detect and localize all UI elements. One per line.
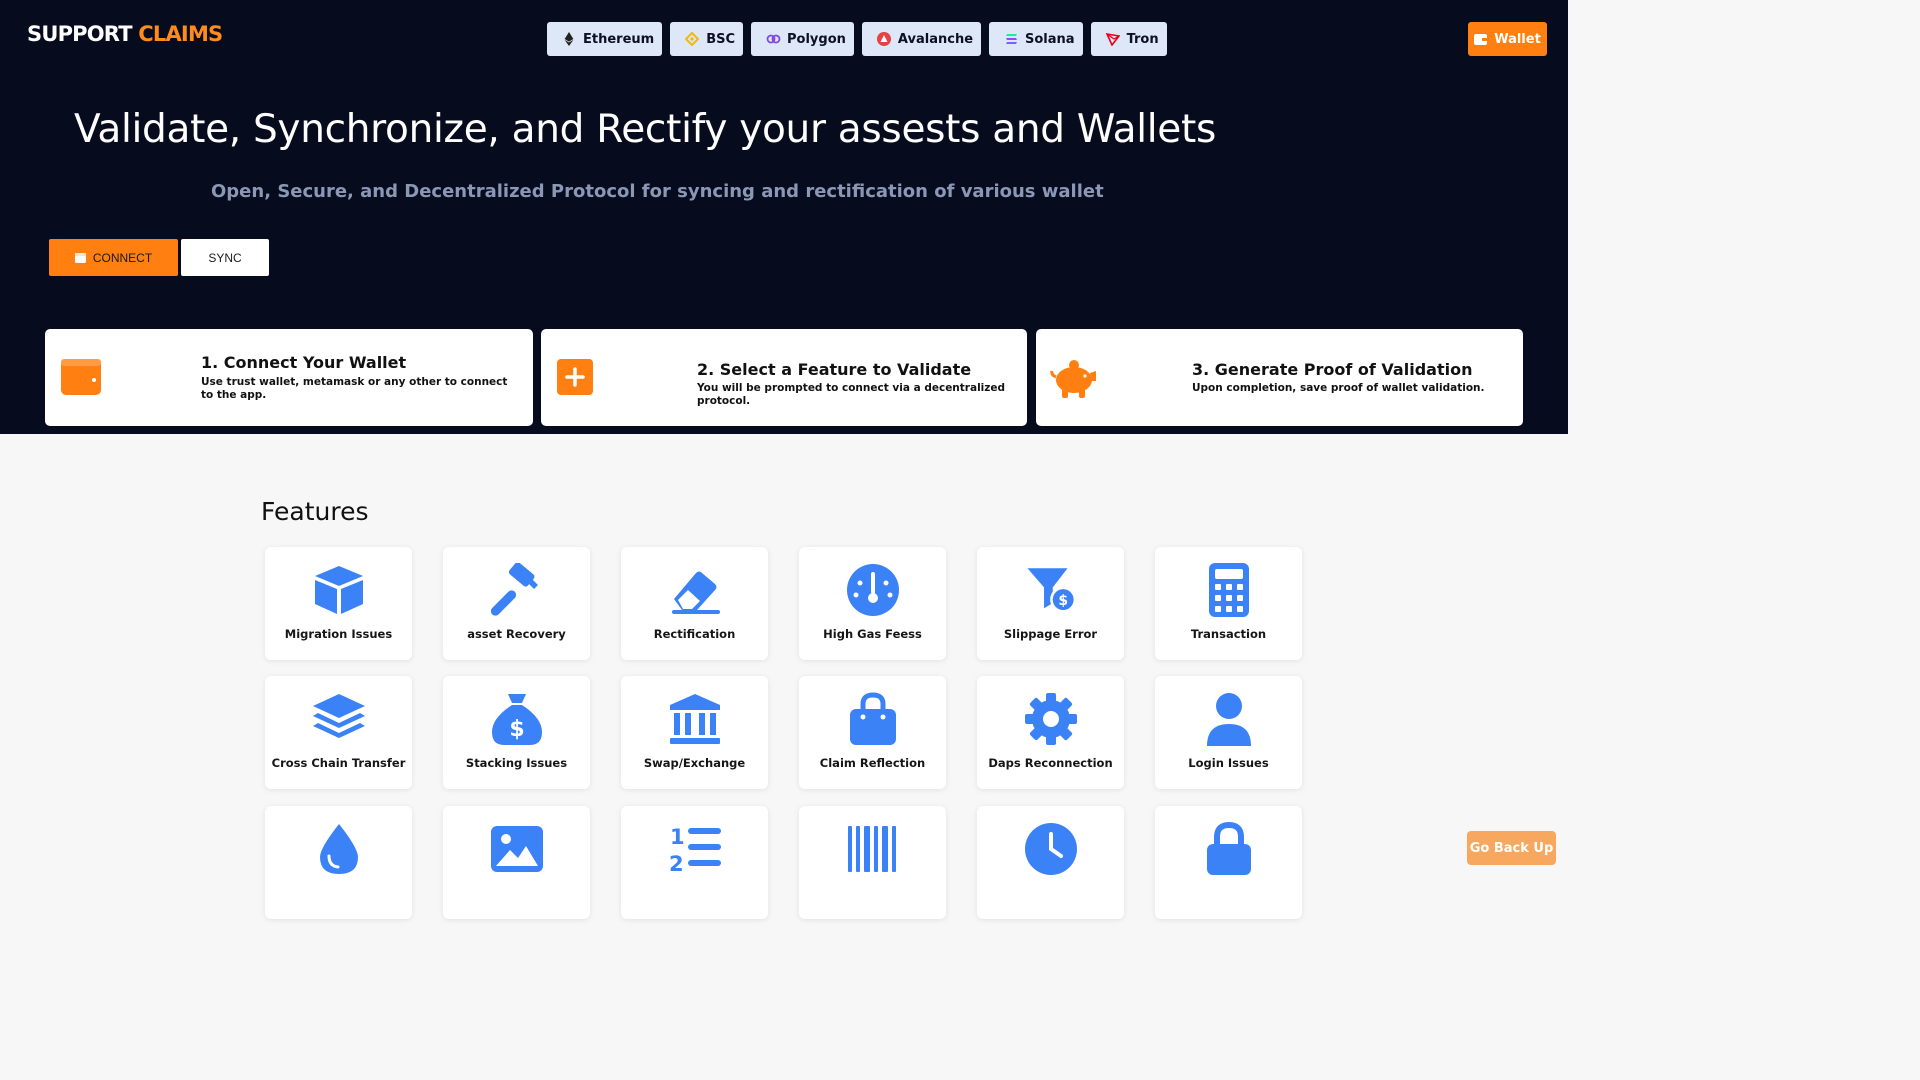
feature-card-droplet[interactable] bbox=[265, 806, 412, 919]
feature-label: High Gas Feess bbox=[823, 627, 922, 641]
feature-label: Slippage Error bbox=[1003, 627, 1098, 641]
chain-button-solana[interactable]: Solana bbox=[989, 22, 1083, 56]
calculator-icon bbox=[1202, 563, 1256, 617]
droplet-icon bbox=[312, 822, 366, 876]
step-card-connect: 1. Connect Your Wallet Use trust wallet,… bbox=[45, 329, 533, 426]
page-subtitle: Open, Secure, and Decentralized Protocol… bbox=[211, 181, 1104, 202]
ethereum-icon bbox=[561, 31, 577, 47]
solana-icon bbox=[1003, 31, 1019, 47]
feature-label: Login Issues bbox=[1188, 756, 1269, 770]
step-title: 1. Connect Your Wallet bbox=[201, 353, 407, 372]
bsc-icon bbox=[684, 31, 700, 47]
svg-text:1: 1 bbox=[670, 825, 685, 849]
feature-card-login-issues[interactable]: Login Issues bbox=[1155, 676, 1302, 789]
feature-label: Claim Reflection bbox=[819, 756, 926, 770]
feature-label: Daps Reconnection bbox=[988, 756, 1113, 770]
image-icon bbox=[490, 822, 544, 876]
feature-card-cross-chain-transfer[interactable]: Cross Chain Transfer bbox=[265, 676, 412, 789]
feature-label: Migration Issues bbox=[284, 627, 393, 641]
wallet-label: Wallet bbox=[1494, 31, 1541, 47]
step-card-proof: 3. Generate Proof of Validation Upon com… bbox=[1036, 329, 1523, 426]
sync-button[interactable]: SYNC bbox=[181, 239, 269, 276]
feature-card-lock[interactable] bbox=[1155, 806, 1302, 919]
wallet-icon bbox=[1474, 33, 1488, 45]
feature-label: asset Recovery bbox=[467, 627, 566, 641]
money-bag-icon: $ bbox=[490, 692, 544, 746]
step-description: You will be prompted to connect via a de… bbox=[697, 382, 1006, 407]
logo[interactable]: SUPPORT CLAIMS bbox=[27, 22, 223, 46]
funnel-dollar-icon: $ bbox=[1024, 563, 1078, 617]
polygon-icon bbox=[765, 31, 781, 47]
step-description: Upon completion, save proof of wallet va… bbox=[1192, 382, 1485, 394]
svg-text:2: 2 bbox=[669, 852, 684, 876]
chain-label: Solana bbox=[1025, 31, 1075, 47]
sync-label: SYNC bbox=[208, 250, 242, 265]
step-card-select: 2. Select a Feature to Validate You will… bbox=[541, 329, 1027, 426]
plus-square-icon bbox=[557, 359, 593, 395]
cube-icon bbox=[312, 563, 366, 617]
chain-button-tron[interactable]: Tron bbox=[1090, 22, 1167, 56]
eraser-icon bbox=[668, 563, 722, 617]
piggy-bank-icon bbox=[1050, 359, 1098, 398]
chain-label: Polygon bbox=[787, 31, 846, 47]
features-title: Features bbox=[261, 497, 369, 526]
clock-icon bbox=[1024, 822, 1078, 876]
feature-card-slippage-error[interactable]: $ Slippage Error bbox=[977, 547, 1124, 660]
connect-button[interactable]: CONNECT bbox=[49, 239, 178, 276]
connect-label: CONNECT bbox=[92, 250, 153, 265]
gear-icon bbox=[1024, 692, 1078, 746]
feature-card-claim-reflection[interactable]: Claim Reflection bbox=[799, 676, 946, 789]
feature-card-rectification[interactable]: Rectification bbox=[621, 547, 768, 660]
layers-icon bbox=[312, 692, 366, 746]
chain-button-bsc[interactable]: BSC bbox=[670, 22, 744, 56]
feature-label: Stacking Issues bbox=[465, 756, 568, 770]
logo-primary: SUPPORT bbox=[27, 22, 133, 46]
hammer-icon bbox=[490, 563, 544, 617]
step-title: 2. Select a Feature to Validate bbox=[697, 360, 972, 379]
feature-label: Rectification bbox=[653, 627, 736, 641]
svg-text:$: $ bbox=[1058, 593, 1068, 609]
feature-label: Transaction bbox=[1190, 627, 1267, 641]
shopping-bag-icon bbox=[846, 692, 900, 746]
feature-card-stacking-issues[interactable]: $ Stacking Issues bbox=[443, 676, 590, 789]
feature-card-swap-exchange[interactable]: Swap/Exchange bbox=[621, 676, 768, 789]
wallet-button[interactable]: Wallet bbox=[1468, 22, 1547, 56]
wallet-icon bbox=[74, 252, 86, 263]
step-title: 3. Generate Proof of Validation bbox=[1192, 360, 1473, 379]
feature-card-asset-recovery[interactable]: asset Recovery bbox=[443, 547, 590, 660]
chain-label: Tron bbox=[1126, 31, 1159, 47]
feature-label: Cross Chain Transfer bbox=[271, 756, 406, 770]
chain-label: Ethereum bbox=[583, 31, 655, 47]
wallet-icon bbox=[61, 359, 101, 395]
page-title: Validate, Synchronize, and Rectify your … bbox=[74, 107, 1216, 152]
lock-icon bbox=[1202, 822, 1256, 876]
numbered-list-icon: 12 bbox=[668, 822, 722, 876]
step-description: Use trust wallet, metamask or any other … bbox=[201, 376, 508, 401]
logo-accent: CLAIMS bbox=[138, 22, 223, 46]
feature-card-migration-issues[interactable]: Migration Issues bbox=[265, 547, 412, 660]
feature-card-clock[interactable] bbox=[977, 806, 1124, 919]
chain-selector: Ethereum BSC Polygon Avalanche Solana Tr… bbox=[547, 22, 1175, 56]
gauge-icon bbox=[846, 563, 900, 617]
svg-text:$: $ bbox=[509, 717, 524, 742]
chain-button-polygon[interactable]: Polygon bbox=[751, 22, 854, 56]
feature-card-numbered-list[interactable]: 12 bbox=[621, 806, 768, 919]
user-icon bbox=[1202, 692, 1256, 746]
feature-card-image[interactable] bbox=[443, 806, 590, 919]
go-back-up-button[interactable]: Go Back Up bbox=[1467, 831, 1556, 865]
chain-label: BSC bbox=[706, 31, 736, 47]
avalanche-icon bbox=[876, 31, 892, 47]
feature-card-high-gas-fees[interactable]: High Gas Feess bbox=[799, 547, 946, 660]
feature-card-barcode[interactable] bbox=[799, 806, 946, 919]
chain-button-ethereum[interactable]: Ethereum bbox=[547, 22, 663, 56]
tron-icon bbox=[1105, 31, 1121, 47]
feature-label: Swap/Exchange bbox=[643, 756, 746, 770]
feature-card-daps-reconnection[interactable]: Daps Reconnection bbox=[977, 676, 1124, 789]
feature-card-transaction[interactable]: Transaction bbox=[1155, 547, 1302, 660]
chain-label: Avalanche bbox=[897, 31, 974, 47]
bank-icon bbox=[668, 692, 722, 746]
barcode-icon bbox=[846, 822, 900, 876]
chain-button-avalanche[interactable]: Avalanche bbox=[861, 22, 982, 56]
